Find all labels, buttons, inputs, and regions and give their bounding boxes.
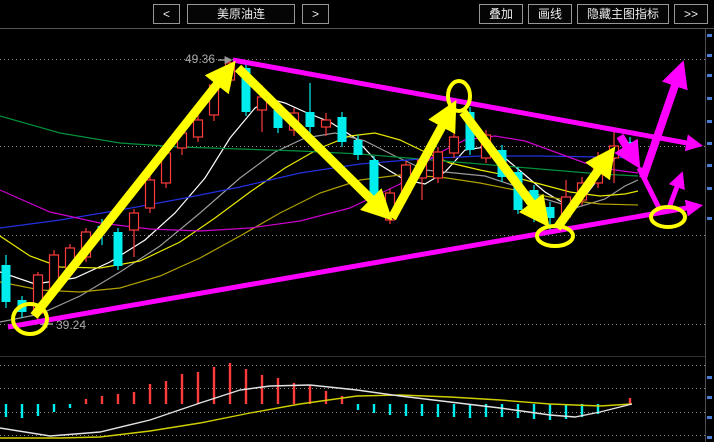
axis-tick-fragment xyxy=(707,97,712,100)
yellow-arrow xyxy=(34,68,230,316)
more-tools-button[interactable]: >> xyxy=(674,4,708,24)
right-axis-strip xyxy=(706,29,714,442)
overlay-button[interactable]: 叠加 xyxy=(479,4,523,24)
yellow-ellipse xyxy=(448,81,470,111)
hide-main-indicators-button[interactable]: 隐藏主图指标 xyxy=(577,4,669,24)
axis-tick-fragment xyxy=(707,436,712,439)
axis-tick-fragment xyxy=(707,54,712,57)
chart-tools: 叠加 画线 隐藏主图指标 >> xyxy=(479,4,708,24)
axis-tick-fragment xyxy=(707,376,712,379)
axis-tick-fragment xyxy=(707,34,712,37)
toolbar: < 美原油连 > 叠加 画线 隐藏主图指标 >> xyxy=(0,0,714,29)
magenta-arrow xyxy=(643,68,681,178)
axis-tick-fragment xyxy=(707,416,712,419)
magenta-arrow xyxy=(669,176,681,208)
axis-tick-fragment xyxy=(707,164,712,167)
axis-tick-fragment xyxy=(707,74,712,77)
svg-text:49.36: 49.36 xyxy=(185,52,215,66)
app-root: 49.3639.24 < 美原油连 > 叠加 画线 隐藏主图指标 >> xyxy=(0,0,714,442)
prev-symbol-button[interactable]: < xyxy=(153,4,180,24)
dea-line xyxy=(0,395,632,438)
symbol-button[interactable]: 美原油连 xyxy=(187,4,295,24)
macd-group xyxy=(0,363,632,438)
axis-tick-fragment xyxy=(707,187,712,190)
axis-tick-fragment xyxy=(707,217,712,220)
candlestick-chart[interactable]: 49.3639.24 xyxy=(0,0,714,442)
axis-tick-fragment xyxy=(707,120,712,123)
candles-group xyxy=(2,60,635,322)
axis-tick-fragment xyxy=(707,142,712,145)
gridlines xyxy=(0,60,705,436)
axis-tick-fragment xyxy=(707,396,712,399)
next-symbol-button[interactable]: > xyxy=(302,4,329,24)
dif-line xyxy=(0,385,632,436)
symbol-switcher: < 美原油连 > xyxy=(153,4,329,24)
ma-white xyxy=(0,99,638,284)
draw-line-button[interactable]: 画线 xyxy=(528,4,572,24)
drawing-annotations[interactable] xyxy=(8,60,698,334)
yellow-arrow xyxy=(463,112,544,220)
